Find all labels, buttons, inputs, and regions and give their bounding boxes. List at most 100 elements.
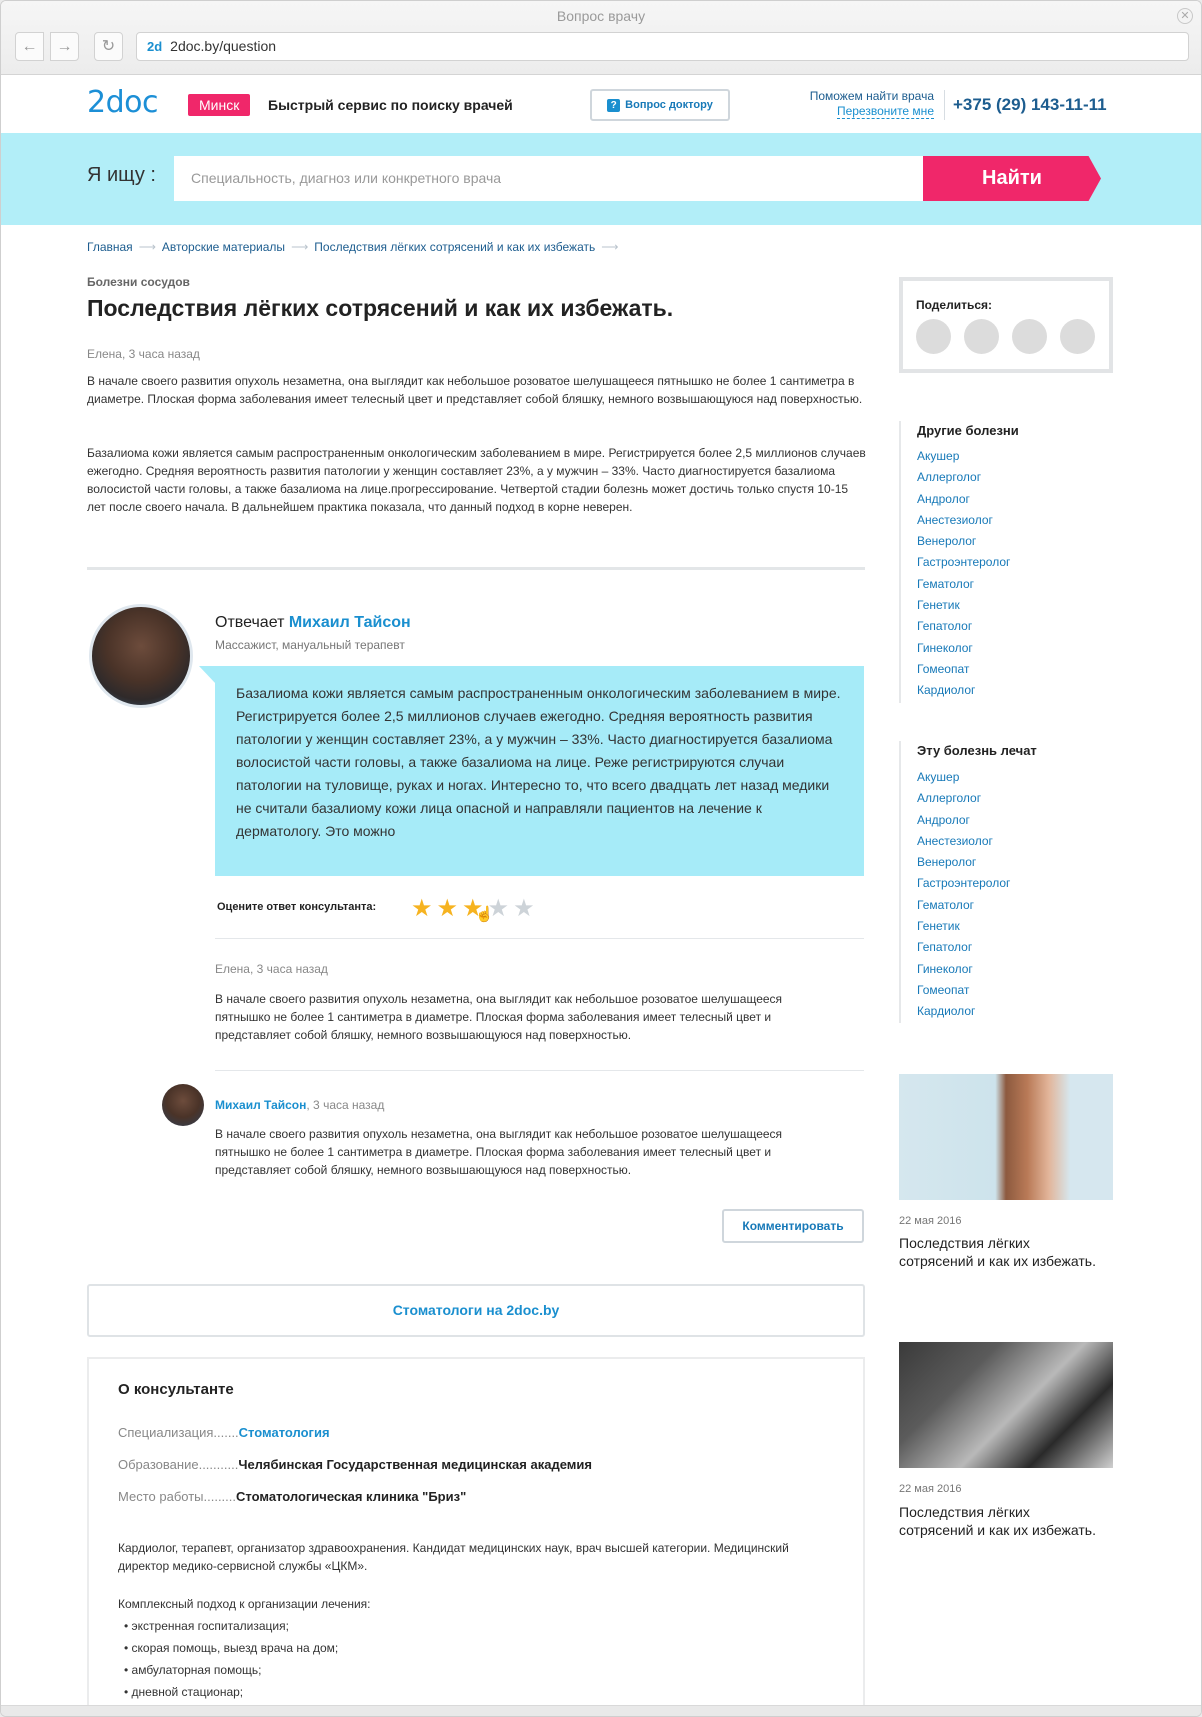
sidebar-item[interactable]: Гинеколог <box>917 959 1010 980</box>
card-date: 22 мая 2016 <box>899 1483 962 1495</box>
rating-label: Оцените ответ консультанта: <box>217 901 377 913</box>
favicon-icon: 2d <box>147 39 163 54</box>
reply-text: В начале своего развития опухоль незамет… <box>215 1127 783 1177</box>
list-item: • амбулаторная помощь; <box>124 1663 262 1677</box>
breadcrumb-current[interactable]: Последствия лёгких сотрясений и как их и… <box>314 240 595 254</box>
consultant-bio: Кардиолог, терапевт, организатор здравоо… <box>118 1541 789 1573</box>
list-item: • дневной стационар; <box>124 1685 244 1699</box>
sidebar-item[interactable]: Анестезиолог <box>917 510 1010 531</box>
window-title: Вопрос врачу <box>556 8 646 24</box>
sidebar-item[interactable]: Андролог <box>917 810 1010 831</box>
article-meta: Елена, 3 часа назад <box>87 347 200 361</box>
sidebar-item[interactable]: Акушер <box>917 446 1010 467</box>
list-item: • скорая помощь, выезд врача на дом; <box>124 1641 339 1655</box>
address-bar[interactable]: 2d 2doc.by/question <box>136 32 1189 61</box>
breadcrumb: Главная ⟶ Авторские материалы ⟶ Последствия … <box>87 240 624 254</box>
divider <box>215 938 864 939</box>
comment-meta: Елена, 3 часа назад <box>215 962 328 976</box>
sidebar-item[interactable]: Гомеопат <box>917 980 1010 1001</box>
breadcrumb-materials[interactable]: Авторские материалы <box>162 240 285 254</box>
sidebar-item[interactable]: Гепатолог <box>917 937 1010 958</box>
dentists-button[interactable]: Стоматологи на 2doc.by <box>87 1284 865 1337</box>
share-icon[interactable] <box>964 319 999 354</box>
share-box: Поделиться: <box>899 277 1113 373</box>
sidebar-item[interactable]: Анестезиолог <box>917 831 1010 852</box>
question-icon: ? <box>607 99 621 112</box>
divider <box>87 567 865 570</box>
article-card-image[interactable] <box>899 1074 1113 1200</box>
comment-text: В начале своего развития опухоль незамет… <box>215 992 783 1042</box>
callback-link[interactable]: Перезвоните мне <box>836 104 934 119</box>
help-block: Поможем найти врача Перезвоните мне <box>810 89 934 119</box>
sidebar-item[interactable]: Гастроэнтеролог <box>917 873 1010 894</box>
comment-button[interactable]: Комментировать <box>722 1209 864 1243</box>
sidebar-item[interactable]: Генетик <box>917 916 1010 937</box>
reload-icon[interactable]: ↻ <box>94 32 123 61</box>
sidebar-item[interactable]: Гепатолог <box>917 616 1010 637</box>
breadcrumb-home[interactable]: Главная <box>87 240 133 254</box>
close-icon[interactable]: ✕ <box>1177 8 1193 24</box>
url-text: 2doc.by/question <box>170 38 277 54</box>
sidebar-item[interactable]: Венеролог <box>917 531 1010 552</box>
treat-title: Эту болезнь лечат <box>917 743 1037 758</box>
sidebar-item[interactable]: Гинеколог <box>917 638 1010 659</box>
city-selector[interactable]: Минск <box>188 94 251 116</box>
sidebar-item[interactable]: Аллерголог <box>917 788 1010 809</box>
answer-header: Отвечает Михаил Тайсон <box>215 614 411 632</box>
sidebar-item[interactable]: Андролог <box>917 489 1010 510</box>
site-header: 2doc Минск Быстрый сервис по поиску врач… <box>1 76 1201 133</box>
bubble-tail <box>199 666 216 684</box>
other-diseases-title: Другие болезни <box>917 423 1019 438</box>
edu-label: Образование........... <box>118 1457 239 1472</box>
spec-link[interactable]: Стоматология <box>239 1425 330 1440</box>
search-label: Я ищу : <box>87 164 156 186</box>
sidebar-item[interactable]: Кардиолог <box>917 1001 1010 1022</box>
reply-time: , 3 часа назад <box>306 1098 385 1112</box>
share-icon[interactable] <box>1012 319 1047 354</box>
article-paragraph: В начале своего развития опухоль незамет… <box>87 374 863 406</box>
search-input[interactable]: Специальность, диагноз или конкретного в… <box>174 156 923 201</box>
help-line: Поможем найти врача <box>809 89 934 103</box>
doctor-name-link[interactable]: Михаил Тайсон <box>289 614 411 631</box>
card-title[interactable]: Последствия лёгких сотрясений и как их и… <box>899 1503 1099 1539</box>
sidebar-item[interactable]: Гастроэнтеролог <box>917 552 1010 573</box>
share-icon[interactable] <box>916 319 951 354</box>
browser-chrome: Вопрос врачу ✕ ← → ↻ 2d 2doc.by/question <box>1 1 1201 75</box>
sidebar-item[interactable]: Акушер <box>917 767 1010 788</box>
sidebar-item[interactable]: Гематолог <box>917 574 1010 595</box>
card-title[interactable]: Последствия лёгких сотрясений и как их и… <box>899 1234 1099 1270</box>
doctor-avatar[interactable] <box>89 604 193 708</box>
star-icon[interactable]: ★ <box>411 895 437 922</box>
sidebar-item[interactable]: Гематолог <box>917 895 1010 916</box>
sidebar-item[interactable]: Венеролог <box>917 852 1010 873</box>
doctor-role: Массажист, мануальный терапевт <box>215 638 405 652</box>
article-paragraph: Базалиома кожи является самым распростра… <box>87 446 866 514</box>
reply-author-link[interactable]: Михаил Тайсон <box>215 1098 306 1112</box>
sidebar-item[interactable]: Генетик <box>917 595 1010 616</box>
edu-row: Образование...........Челябинская Госуда… <box>118 1457 592 1472</box>
divider <box>215 1070 864 1071</box>
share-icon[interactable] <box>1060 319 1095 354</box>
ask-doctor-button[interactable]: ? Вопрос доктору <box>590 89 730 121</box>
reply-meta: Михаил Тайсон, 3 часа назад <box>215 1098 384 1112</box>
reply-avatar[interactable] <box>162 1084 204 1126</box>
answer-prefix: Отвечает <box>215 614 285 631</box>
card-date: 22 мая 2016 <box>899 1215 962 1227</box>
star-icon[interactable]: ★ <box>513 895 539 922</box>
logo[interactable]: 2doc <box>87 85 158 120</box>
article-card-image[interactable] <box>899 1342 1113 1468</box>
phone-number[interactable]: +375 (29) 143-11-11 <box>953 95 1107 115</box>
arrow-right-icon: ⟶ <box>291 240 309 254</box>
sidebar-item[interactable]: Гомеопат <box>917 659 1010 680</box>
back-arrow-icon[interactable]: ← <box>15 32 44 61</box>
star-icon[interactable]: ★ <box>437 895 463 922</box>
browser-window: Вопрос врачу ✕ ← → ↻ 2d 2doc.by/question … <box>0 0 1202 1717</box>
sidebar-item[interactable]: Аллерголог <box>917 467 1010 488</box>
spec-label: Специализация....... <box>118 1425 239 1440</box>
work-value: Стоматологическая клиника "Бриз" <box>236 1489 467 1504</box>
sidebar-item[interactable]: Кардиолог <box>917 680 1010 701</box>
search-button[interactable]: Найти <box>923 156 1101 201</box>
tagline: Быстрый сервис по поиску врачей <box>268 97 513 113</box>
answer-bubble: Базалиома кожи является самым распростра… <box>215 666 864 876</box>
forward-arrow-icon[interactable]: → <box>50 32 79 61</box>
